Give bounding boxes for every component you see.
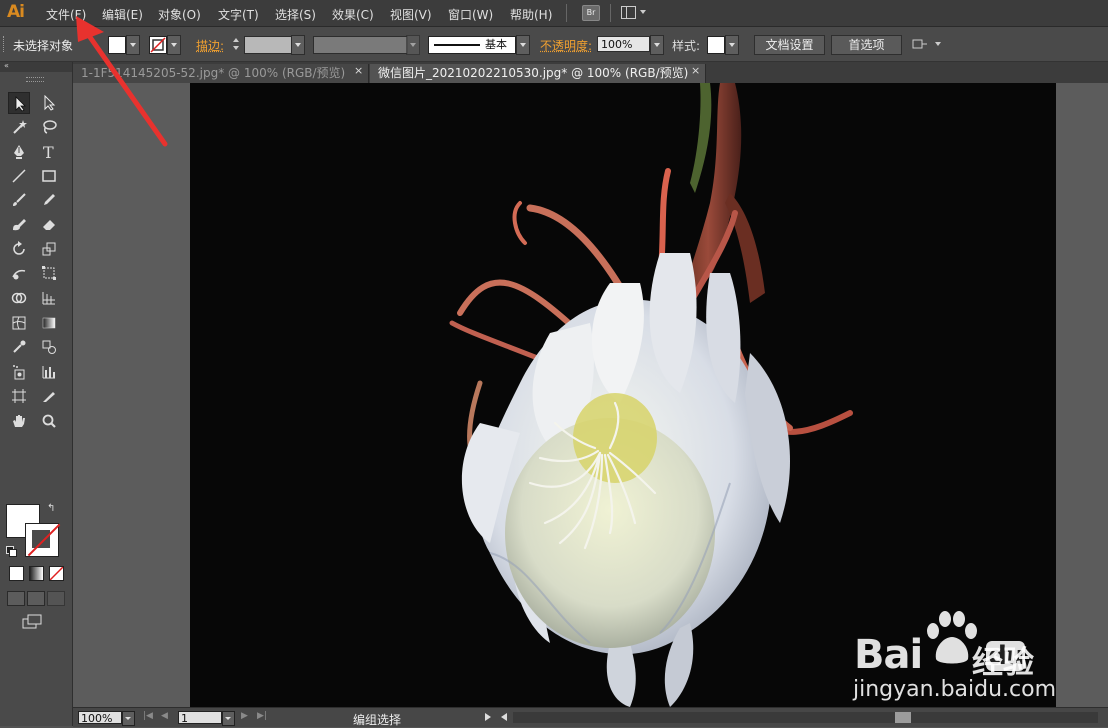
last-artboard-icon[interactable]: ▶| — [257, 711, 267, 721]
status-text[interactable]: 编组选择 — [353, 711, 401, 728]
horizontal-scrollbar[interactable] — [513, 712, 1098, 723]
scroll-left-arrow[interactable] — [501, 713, 507, 721]
watermark-jingyan: 经验 — [972, 637, 1034, 682]
artboard-field[interactable]: 1 — [178, 711, 222, 724]
scrollbar-thumb[interactable] — [895, 712, 911, 723]
status-menu-arrow[interactable] — [485, 713, 491, 721]
artboard-dropdown[interactable] — [222, 711, 235, 726]
watermark-url: jingyan.baidu.com — [853, 677, 1056, 702]
first-artboard-icon[interactable]: |◀ — [143, 711, 153, 721]
watermark-bai: Bai — [854, 632, 922, 678]
status-bar: 100% |◀ ◀ 1 ▶ ▶| 编组选择 — [73, 707, 1108, 727]
next-artboard-icon[interactable]: ▶ — [241, 711, 248, 721]
zoom-field[interactable]: 100% — [78, 711, 122, 724]
previous-artboard-icon[interactable]: ◀ — [161, 711, 168, 721]
zoom-dropdown[interactable] — [122, 711, 135, 726]
